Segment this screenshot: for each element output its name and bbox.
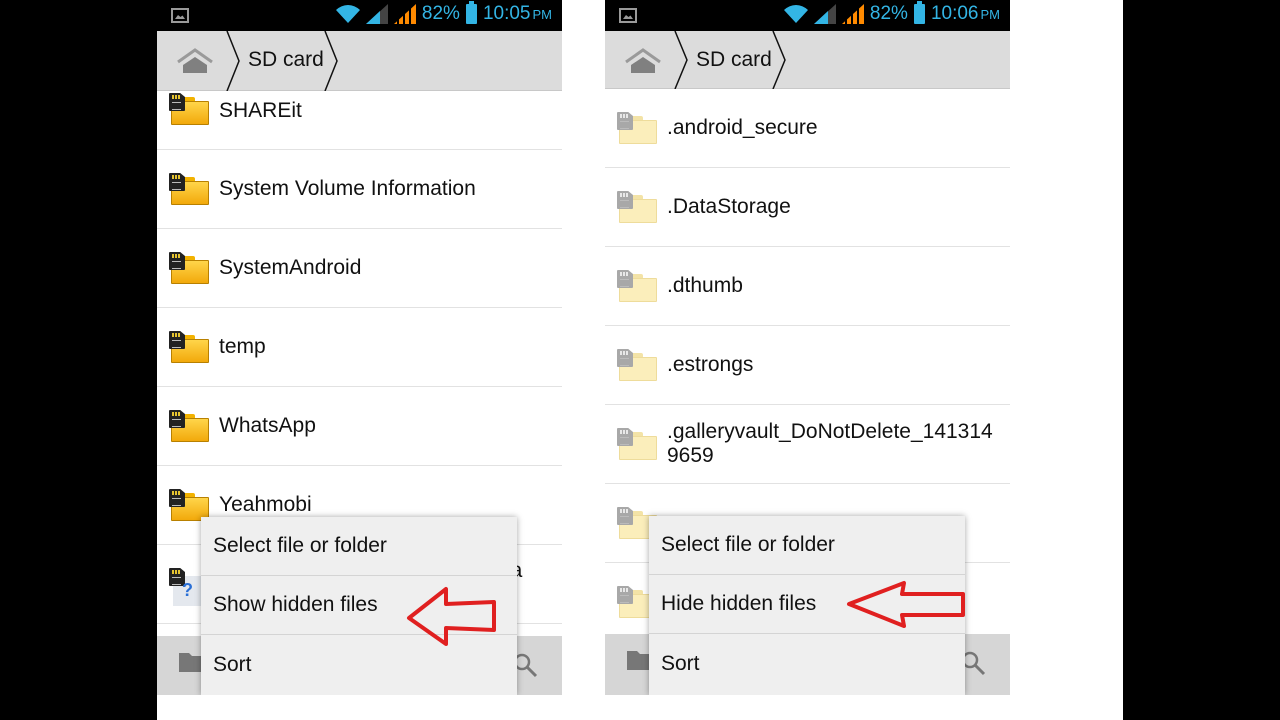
file-name: temp [219,335,266,358]
file-name: .galleryvault_DoNotDelete_1413149659 [667,420,993,467]
red-arrow-annotation-icon [407,587,496,646]
breadcrumb-separator-icon [772,31,786,89]
folder-sdcard-icon [169,93,209,125]
folder-sdcard-icon [169,173,209,205]
clock: 10:06 PM [931,3,1000,25]
file-row[interactable]: .dthumb [605,247,1010,326]
folder-sdcard-icon [169,331,209,363]
status-bar: 82% 10:06 PM [605,0,1010,31]
gallery-notification-icon [619,8,637,23]
file-row[interactable]: SystemAndroid [157,229,562,308]
folder-sdcard-icon [169,252,209,284]
hidden-folder-icon [617,349,657,381]
status-bar: 82% 10:05 PM [157,0,562,31]
clock-ampm: PM [532,7,553,22]
file-row[interactable]: WhatsApp [157,387,562,466]
breadcrumb: SD card [605,31,1010,89]
hidden-folder-icon [617,428,657,460]
menu-item-select[interactable]: Select file or folder [201,517,517,576]
clock: 10:05 PM [483,3,552,25]
breadcrumb-sd-card[interactable]: SD card [696,48,772,72]
hidden-folder-icon [617,191,657,223]
battery-icon [465,1,477,24]
file-name: .estrongs [667,353,754,376]
file-row[interactable]: .galleryvault_DoNotDelete_1413149659 [605,405,1010,484]
screenshot-stage: 82% 10:05 PM SD card SHAREit System Volum… [0,0,1280,720]
file-name: Yeahmobi [219,493,312,516]
clock-time: 10:05 [482,3,531,24]
home-button[interactable] [623,45,663,77]
breadcrumb-separator-icon [674,31,688,89]
file-row[interactable]: .android_secure [605,89,1010,168]
file-row[interactable]: System Volume Information [157,150,562,229]
breadcrumb-sd-card[interactable]: SD card [248,48,324,72]
hidden-folder-icon [617,112,657,144]
battery-percent: 82% [421,3,460,24]
phone-before: 82% 10:05 PM SD card SHAREit System Volum… [157,0,562,695]
menu-item-sort[interactable]: Sort [649,634,965,693]
signal-sim1-icon [365,4,388,24]
battery-percent: 82% [869,3,908,24]
file-row[interactable]: .estrongs [605,326,1010,405]
signal-sim2-icon [841,4,864,24]
gallery-notification-icon [171,8,189,23]
file-name: WhatsApp [219,414,316,437]
folder-sdcard-icon [169,410,209,442]
file-name: .DataStorage [667,195,791,218]
phone-after: 82% 10:06 PM SD card .android_secure .Dat… [605,0,1010,695]
file-row[interactable]: temp [157,308,562,387]
file-name: .android_secure [667,116,818,139]
file-name: SystemAndroid [219,256,362,279]
red-arrow-annotation-icon [847,581,965,628]
wifi-icon [783,5,808,23]
file-row[interactable]: SHAREit [157,71,562,150]
clock-time: 10:06 [930,3,979,24]
file-row[interactable]: .DataStorage [605,168,1010,247]
hidden-folder-icon [617,270,657,302]
menu-item-select[interactable]: Select file or folder [649,516,965,575]
file-name: SHAREit [219,99,302,122]
signal-sim1-icon [813,4,836,24]
signal-sim2-icon [393,4,416,24]
home-icon [625,48,661,73]
battery-icon [913,1,925,24]
file-name: System Volume Information [219,177,476,200]
file-name: .dthumb [667,274,743,297]
clock-ampm: PM [980,7,1001,22]
wifi-icon [335,5,360,23]
